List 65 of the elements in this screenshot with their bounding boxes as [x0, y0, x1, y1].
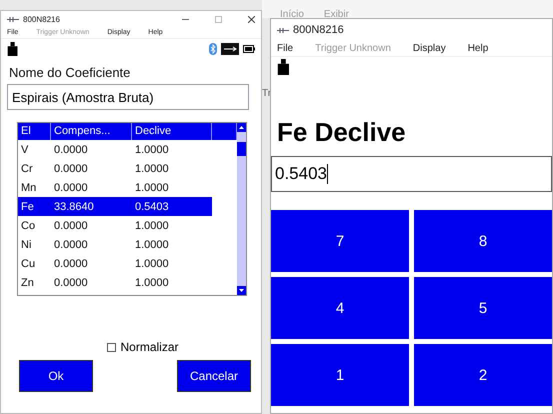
menu-item[interactable]: Display [412, 43, 446, 54]
table-cell-text: Mn [20, 182, 38, 194]
table-cell-text: 0.5403 [134, 200, 170, 212]
table-cell-text: 1.0000 [134, 182, 170, 194]
close-icon[interactable] [248, 16, 255, 22]
table-cell-text: Cu [20, 258, 36, 270]
keypad-key[interactable]: 7 [271, 210, 409, 272]
entry-heading: Fe Declive [277, 117, 407, 148]
bluetooth-icon [209, 43, 217, 55]
column-header[interactable]: El [18, 123, 51, 140]
value-field[interactable]: 0.5403 [271, 156, 552, 192]
table-cell-text: 0.0000 [53, 238, 89, 250]
scroll-thumb[interactable] [237, 142, 246, 156]
table-cell-text: 0.0000 [53, 276, 89, 288]
table-row[interactable]: V 0.0000 1.0000 [18, 140, 212, 159]
scrollbar[interactable] [237, 123, 246, 295]
menu-item[interactable]: File [277, 43, 294, 54]
table-cell-text: 0.0000 [53, 162, 89, 174]
checkbox-label: Normalizar [120, 340, 178, 354]
table-cell-text: 1.0000 [134, 144, 170, 156]
field-label: Nome do Coeficiente [9, 65, 132, 80]
scroll-up-icon[interactable] [237, 123, 246, 132]
table-row[interactable]: Ni 0.0000 1.0000 [18, 235, 212, 254]
table-row[interactable]: Zn 0.0000 1.0000 [18, 273, 212, 292]
plug-icon [277, 59, 290, 75]
table-cell-text: Zn [20, 276, 35, 288]
battery-icon [243, 45, 255, 53]
table-cell-text: V [20, 144, 30, 156]
table-cell-text: 1.0000 [134, 258, 170, 270]
scroll-down-icon[interactable] [237, 286, 246, 295]
table-row[interactable]: Mn 0.0000 1.0000 [18, 178, 212, 197]
table-cell-text: 1.0000 [134, 162, 170, 174]
keypad-key[interactable]: 5 [414, 277, 552, 339]
dialog-button[interactable]: Ok [19, 360, 93, 392]
column-header[interactable]: Compens... [51, 123, 132, 140]
dialog-button[interactable]: Cancelar [177, 360, 251, 392]
window-title: 800N8216 [293, 24, 344, 36]
table-cell-text: 0.0000 [53, 220, 89, 232]
table-cell-text: 0.0000 [53, 144, 89, 156]
table-cell-text: Ni [20, 238, 32, 250]
table-row[interactable]: Co 0.0000 1.0000 [18, 216, 212, 235]
table-row[interactable]: Cr 0.0000 1.0000 [18, 159, 212, 178]
table-cell-text: Co [20, 220, 36, 232]
table-cell-text: 1.0000 [134, 276, 170, 288]
table-row[interactable]: Fe 33.8640 0.5403 [18, 197, 212, 216]
table-row[interactable]: Cu 0.0000 1.0000 [18, 254, 212, 273]
table-cell-text: Cr [20, 162, 34, 174]
table-cell-text: 33.8640 [53, 200, 95, 212]
menu-item[interactable]: Help [468, 43, 488, 54]
plug-icon [7, 42, 18, 56]
table-cell-text: 1.0000 [134, 220, 170, 232]
table-cell-text: 0.0000 [53, 258, 89, 270]
device-icon [277, 28, 289, 32]
keypad-key[interactable]: 1 [271, 344, 409, 406]
name-field[interactable]: Espirais (Amostra Bruta) [7, 84, 249, 110]
keypad-key[interactable]: 2 [414, 344, 552, 406]
table-cell-text: Fe [20, 200, 35, 212]
checkbox[interactable] [107, 342, 116, 352]
column-header[interactable]: Declive [132, 123, 212, 140]
keypad-key[interactable]: 4 [271, 277, 409, 339]
table-cell-text: 0.0000 [53, 182, 89, 194]
device-icon [7, 16, 19, 22]
window-title: 800N8216 [23, 14, 60, 24]
keypad-key[interactable]: 8 [414, 210, 552, 272]
table-cell-text: 1.0000 [134, 238, 170, 250]
